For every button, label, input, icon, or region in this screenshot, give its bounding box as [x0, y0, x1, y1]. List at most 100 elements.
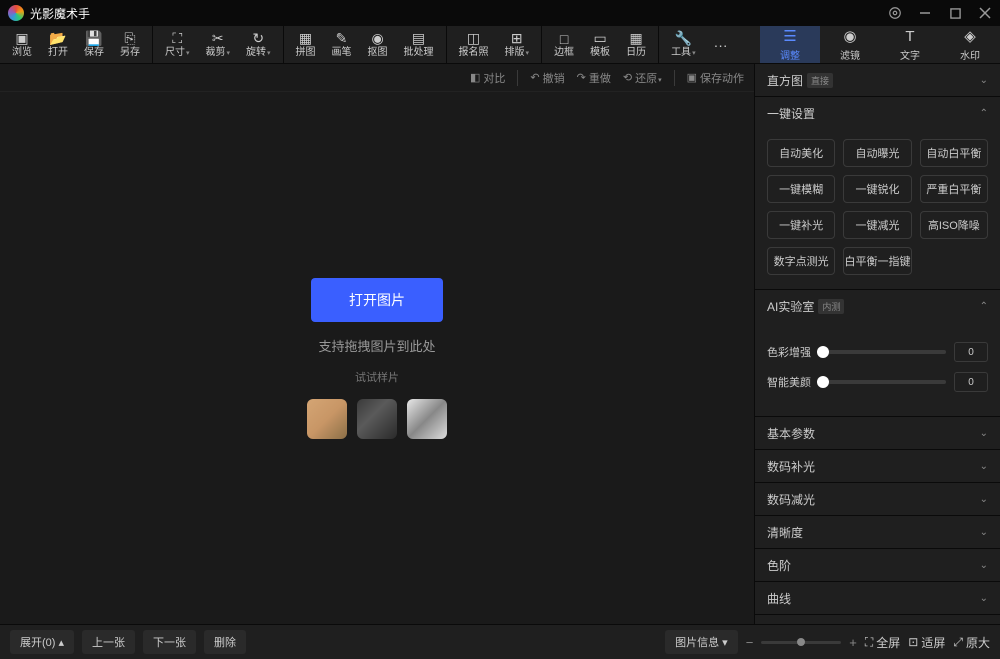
bottom-bar: 展开(0) ▴ 上一张 下一张 删除 图片信息 ▾ − + ⛶全屏 ⊡适屏 ⤢原…	[0, 624, 1000, 659]
brush-icon: ✎	[334, 32, 350, 46]
tools-button[interactable]: 🔧工具	[663, 26, 704, 63]
rotate-button[interactable]: ↻旋转	[238, 26, 279, 63]
original-size-button[interactable]: ⤢原大	[953, 634, 990, 651]
crop-button[interactable]: ✂裁剪	[198, 26, 239, 63]
chevron-up-icon: ⌃	[980, 108, 988, 119]
oneclick-7[interactable]: 一键减光	[843, 211, 911, 239]
watermark-icon: ◈	[964, 27, 976, 45]
fullscreen-button[interactable]: ⛶全屏	[865, 634, 900, 651]
open-folder-icon: 📂	[50, 32, 66, 46]
prev-button[interactable]: 上一张	[82, 630, 135, 654]
calendar-button[interactable]: ▦日历	[618, 26, 654, 63]
browse-button[interactable]: ▣浏览	[4, 26, 40, 63]
tab-text[interactable]: T文字	[880, 26, 940, 63]
zoom-out-button[interactable]: −	[746, 635, 754, 650]
drag-hint-text: 支持拖拽图片到此处	[318, 336, 435, 355]
fit-button[interactable]: ⊡适屏	[908, 634, 945, 651]
oneclick-3[interactable]: 一键模糊	[767, 175, 835, 203]
layout-icon: ⊞	[509, 32, 525, 46]
tab-filter[interactable]: ◉滤镜	[820, 26, 880, 63]
section-histogram[interactable]: 直方图直接 ⌄	[755, 64, 1000, 96]
right-panel: 直方图直接 ⌄ 一键设置⌃ 自动美化自动曝光自动白平衡一键模糊一键锐化严重白平衡…	[754, 64, 1000, 624]
oneclick-10[interactable]: 白平衡一指键	[843, 247, 911, 275]
beauty-slider[interactable]	[823, 380, 946, 384]
sample-image-1[interactable]	[307, 399, 347, 439]
chevron-up-icon: ⌃	[980, 301, 988, 312]
tab-adjust[interactable]: ☰调整	[760, 26, 820, 63]
oneclick-6[interactable]: 一键补光	[767, 211, 835, 239]
oneclick-4[interactable]: 一键锐化	[843, 175, 911, 203]
color-enhance-label: 色彩增强	[767, 344, 815, 360]
idphoto-button[interactable]: ◫报名照	[451, 26, 497, 63]
settings-icon[interactable]	[888, 6, 902, 20]
oneclick-8[interactable]: 高ISO降噪	[920, 211, 988, 239]
close-icon[interactable]	[978, 6, 992, 20]
color-enhance-slider[interactable]	[823, 350, 946, 354]
section-5[interactable]: 曲线⌄	[755, 582, 1000, 614]
section-1[interactable]: 数码补光⌄	[755, 450, 1000, 482]
main-toolbar: ▣浏览 📂打开 💾保存 ⎘另存 ⛶尺寸 ✂裁剪 ↻旋转 ▦拼图 ✎画笔 ◉抠图 …	[0, 26, 1000, 64]
save-action-button[interactable]: ▣保存动作	[687, 70, 744, 86]
more-button[interactable]: ···	[704, 26, 738, 63]
histogram-tag: 直接	[807, 73, 833, 88]
undo-button[interactable]: ↶撤销	[530, 70, 564, 86]
batch-icon: ▤	[411, 32, 427, 46]
template-button[interactable]: ▭模板	[582, 26, 618, 63]
collage-button[interactable]: ▦拼图	[288, 26, 324, 63]
oneclick-2[interactable]: 自动白平衡	[920, 139, 988, 167]
sample-image-3[interactable]	[407, 399, 447, 439]
oneclick-1[interactable]: 自动曝光	[843, 139, 911, 167]
delete-button[interactable]: 删除	[204, 630, 246, 654]
zoom-slider[interactable]	[761, 641, 841, 644]
oneclick-0[interactable]: 自动美化	[767, 139, 835, 167]
section-4[interactable]: 色阶⌄	[755, 549, 1000, 581]
saveas-button[interactable]: ⎘另存	[112, 26, 148, 63]
redo-button[interactable]: ↷重做	[577, 70, 611, 86]
size-button[interactable]: ⛶尺寸	[157, 26, 198, 63]
chevron-down-icon: ⌄	[980, 461, 988, 472]
oneclick-5[interactable]: 严重白平衡	[920, 175, 988, 203]
border-icon: □	[556, 32, 572, 46]
beauty-label: 智能美颜	[767, 374, 815, 390]
wrench-icon: 🔧	[675, 32, 691, 46]
section-0[interactable]: 基本参数⌄	[755, 417, 1000, 449]
title-bar: 光影魔术手	[0, 0, 1000, 26]
sample-image-2[interactable]	[357, 399, 397, 439]
compare-toggle[interactable]: ◧对比	[470, 70, 505, 86]
scissors-icon: ◉	[370, 32, 386, 46]
resize-icon: ⛶	[169, 32, 185, 46]
restore-icon: ⟲	[623, 71, 632, 84]
minimize-icon[interactable]	[918, 6, 932, 20]
chevron-down-icon: ⌄	[980, 428, 988, 439]
imginfo-button[interactable]: 图片信息 ▾	[665, 630, 738, 654]
rotate-icon: ↻	[250, 32, 266, 46]
brush-button[interactable]: ✎画笔	[324, 26, 360, 63]
open-image-button[interactable]: 打开图片	[311, 278, 443, 322]
tab-watermark[interactable]: ◈水印	[940, 26, 1000, 63]
maximize-icon[interactable]	[948, 6, 962, 20]
saveas-icon: ⎘	[122, 32, 138, 46]
folder-icon: ▣	[14, 32, 30, 46]
grid-icon: ▦	[298, 32, 314, 46]
open-button[interactable]: 📂打开	[40, 26, 76, 63]
zoom-in-button[interactable]: +	[849, 635, 857, 650]
app-title: 光影魔术手	[30, 5, 888, 22]
section-6[interactable]: 色彩平衡⌄	[755, 615, 1000, 624]
undo-icon: ↶	[530, 71, 539, 84]
section-oneclick[interactable]: 一键设置⌃	[755, 97, 1000, 129]
layout-button[interactable]: ⊞排版	[497, 26, 538, 63]
sample-hint-text: 试试样片	[355, 369, 399, 385]
restore-button[interactable]: ⟲还原	[623, 70, 662, 86]
next-button[interactable]: 下一张	[143, 630, 196, 654]
batch-button[interactable]: ▤批处理	[396, 26, 442, 63]
cutout-button[interactable]: ◉抠图	[360, 26, 396, 63]
section-3[interactable]: 清晰度⌄	[755, 516, 1000, 548]
section-2[interactable]: 数码减光⌄	[755, 483, 1000, 515]
save-button[interactable]: 💾保存	[76, 26, 112, 63]
oneclick-9[interactable]: 数字点测光	[767, 247, 835, 275]
section-ailab[interactable]: AI实验室内测 ⌃	[755, 290, 1000, 322]
more-icon: ···	[713, 38, 729, 52]
border-button[interactable]: □边框	[546, 26, 582, 63]
fit-icon: ⊡	[908, 635, 918, 649]
expand-button[interactable]: 展开(0) ▴	[10, 630, 74, 654]
